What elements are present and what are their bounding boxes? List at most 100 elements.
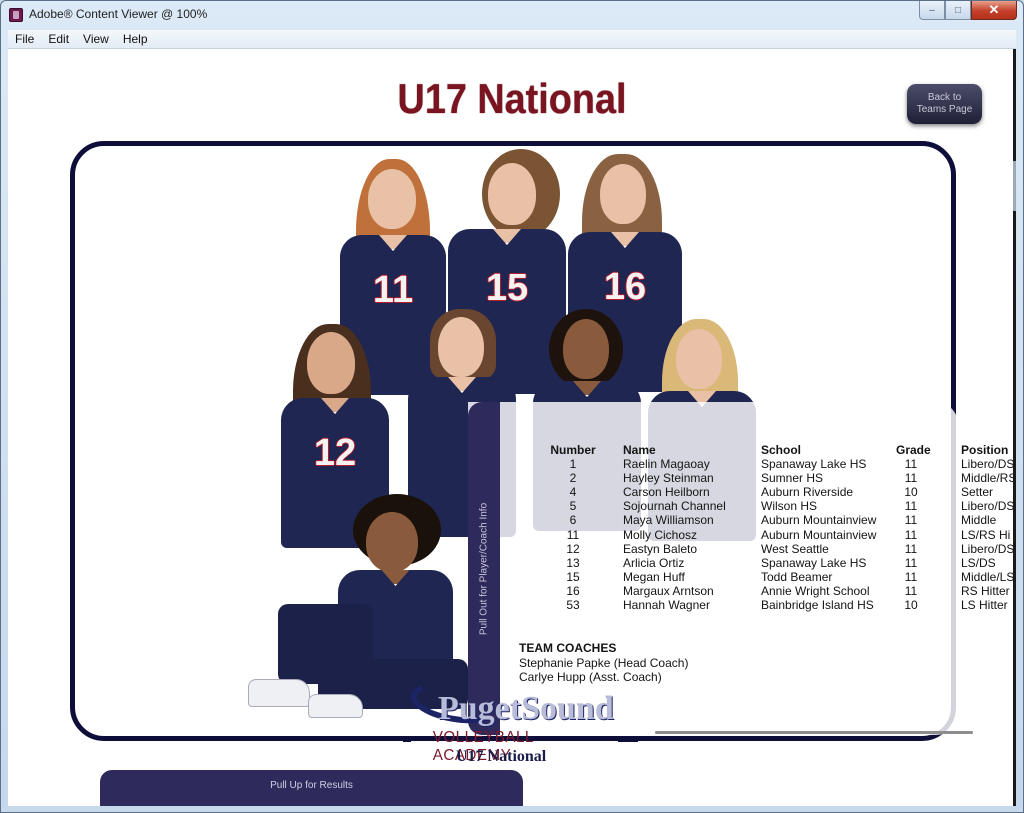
roster-row: 11 Molly Cichosz Auburn Mountainview 11 LS/R…	[538, 528, 1016, 542]
player-position: LS Hitter	[961, 598, 1008, 613]
pull-up-label: Pull Up for Results	[270, 780, 353, 791]
column-header-name: Name	[623, 443, 656, 457]
pull-out-tab-label[interactable]: Pull Out for Player/Coach Info	[479, 503, 490, 635]
maximize-icon: □	[954, 4, 962, 16]
minimize-icon: –	[929, 4, 935, 16]
player-name: Megan Huff	[623, 569, 685, 584]
vertical-scrollbar-thumb[interactable]	[1013, 161, 1016, 211]
player-name: Sojournah Channel	[623, 499, 726, 514]
roster-row: 13 Arlicia Ortiz Spanaway Lake HS 11 LS/DS	[538, 556, 1016, 570]
player-name: Hayley Steinman	[623, 471, 714, 486]
academy-logo: PugetSound VOLLEYBALL ACADEMY U17 Nation…	[407, 676, 618, 774]
roster-row: 6 Maya Williamson Auburn Mountainview 11 Mid…	[538, 513, 1016, 527]
player-name: Eastyn Baleto	[623, 541, 698, 556]
player-number: 2	[569, 471, 577, 486]
roster-header-row: Number Name School Grade Position	[538, 443, 1016, 457]
logo-team-name: U17 National	[456, 748, 547, 765]
player-position: LS/RS Hi	[961, 527, 1011, 542]
back-button-line2: Teams Page	[916, 104, 973, 115]
content-area: U17 National Back to Teams Page 11 15 16…	[8, 49, 1016, 806]
player-name: Hannah Wagner	[623, 598, 710, 613]
jersey-number: 16	[603, 266, 647, 308]
roster-row: 12 Eastyn Baleto West Seattle 11 Libero/DS	[538, 542, 1016, 556]
player-position: LS/DS	[961, 555, 996, 570]
player-grade: 11	[904, 471, 918, 486]
player-number: 11	[566, 527, 580, 542]
player-school: Auburn Riverside	[761, 485, 854, 500]
window-title: Adobe® Content Viewer @ 100%	[29, 7, 208, 21]
player-name: Maya Williamson	[623, 513, 714, 528]
player-school: Auburn Mountainview	[761, 527, 877, 542]
player-position: Libero/DS	[961, 499, 1015, 514]
maximize-button[interactable]: □	[945, 1, 971, 20]
player-grade: 11	[904, 541, 918, 556]
player-name: Molly Cichosz	[623, 527, 698, 542]
title-bar[interactable]: Adobe® Content Viewer @ 100% – □ ✕	[1, 1, 1023, 29]
player-number: 53	[566, 598, 580, 613]
coach-entry: Carlye Hupp (Asst. Coach)	[519, 670, 662, 684]
player-grade: 11	[904, 513, 918, 528]
menu-edit[interactable]: Edit	[41, 30, 76, 48]
player-school: Wilson HS	[761, 499, 818, 514]
player-position: Middle/LS	[961, 569, 1015, 584]
player-school: Annie Wright School	[761, 583, 870, 598]
player-grade: 11	[904, 457, 918, 472]
player-grade: 10	[904, 598, 918, 613]
coaches-section: TEAM COACHES Stephanie Papke (Head Coach…	[519, 641, 688, 685]
player-position: Libero/DS	[961, 457, 1015, 472]
player-position: Setter	[961, 485, 994, 500]
player-school: Todd Beamer	[761, 569, 833, 584]
player-position: Libero/DS	[961, 541, 1015, 556]
roster-row: 15 Megan Huff Todd Beamer 11 Middle/LS	[538, 570, 1016, 584]
roster-row: 4 Carson Heilborn Auburn Riverside 10 Setter	[538, 485, 1016, 499]
player-grade: 11	[904, 555, 918, 570]
close-button[interactable]: ✕	[971, 1, 1017, 20]
player-school: Spanaway Lake HS	[761, 555, 867, 570]
close-icon: ✕	[988, 2, 1000, 17]
player-school: Bainbridge Island HS	[761, 598, 874, 613]
roster-row: 1 Raelin Magaoay Spanaway Lake HS 11 Libero/…	[538, 457, 1016, 471]
player-number: 1	[569, 457, 577, 472]
player-number: 16	[566, 583, 580, 598]
page-title: U17 National	[397, 75, 627, 122]
column-header-number: Number	[550, 443, 596, 457]
player-name: Margaux Arntson	[623, 583, 714, 598]
coaches-header: TEAM COACHES	[519, 641, 617, 655]
player-number: 6	[569, 513, 577, 528]
back-button-line1: Back to	[927, 92, 962, 103]
back-to-teams-button[interactable]: Back to Teams Page	[907, 84, 982, 124]
player-number: 15	[566, 569, 580, 584]
player-number: 4	[569, 485, 577, 500]
horizontal-scrollbar[interactable]	[655, 731, 973, 734]
player-number: 5	[569, 499, 577, 514]
app-window: Adobe® Content Viewer @ 100% – □ ✕ File …	[0, 0, 1024, 813]
player-name: Raelin Magaoay	[623, 457, 710, 472]
logo-divider-right	[618, 738, 638, 742]
minimize-button[interactable]: –	[919, 1, 945, 20]
player-grade: 11	[904, 527, 918, 542]
roster-row: 2 Hayley Steinman Sumner HS 11 Middle/RS	[538, 471, 1016, 485]
jersey-number: 15	[485, 267, 529, 309]
pull-up-results-tab[interactable]: Pull Up for Results	[100, 770, 523, 806]
window-controls: – □ ✕	[919, 1, 1017, 21]
roster-row: 16 Margaux Arntson Annie Wright School 11 RS…	[538, 584, 1016, 598]
player-name: Carson Heilborn	[623, 485, 710, 500]
roster-row: 5 Sojournah Channel Wilson HS 11 Libero/DS	[538, 499, 1016, 513]
jersey-number: 12	[313, 432, 357, 474]
menu-file[interactable]: File	[8, 30, 41, 48]
jersey-number: 11	[372, 269, 414, 311]
logo-wordmark: PugetSound	[438, 690, 614, 727]
player-position: RS Hitter	[961, 583, 1010, 598]
column-header-grade: Grade	[896, 443, 931, 457]
player-school: Spanaway Lake HS	[761, 457, 867, 472]
player-name: Arlicia Ortiz	[623, 555, 685, 570]
menu-help[interactable]: Help	[116, 30, 155, 48]
menu-view[interactable]: View	[76, 30, 116, 48]
player-grade: 11	[904, 499, 918, 514]
player-number: 13	[566, 555, 580, 570]
adobe-app-icon	[9, 8, 23, 22]
roster-table: Number Name School Grade Position 1 Raeli…	[538, 443, 1016, 612]
player-school: Auburn Mountainview	[761, 513, 877, 528]
menu-bar: File Edit View Help	[8, 30, 1016, 49]
player-position: Middle/RS	[961, 471, 1016, 486]
